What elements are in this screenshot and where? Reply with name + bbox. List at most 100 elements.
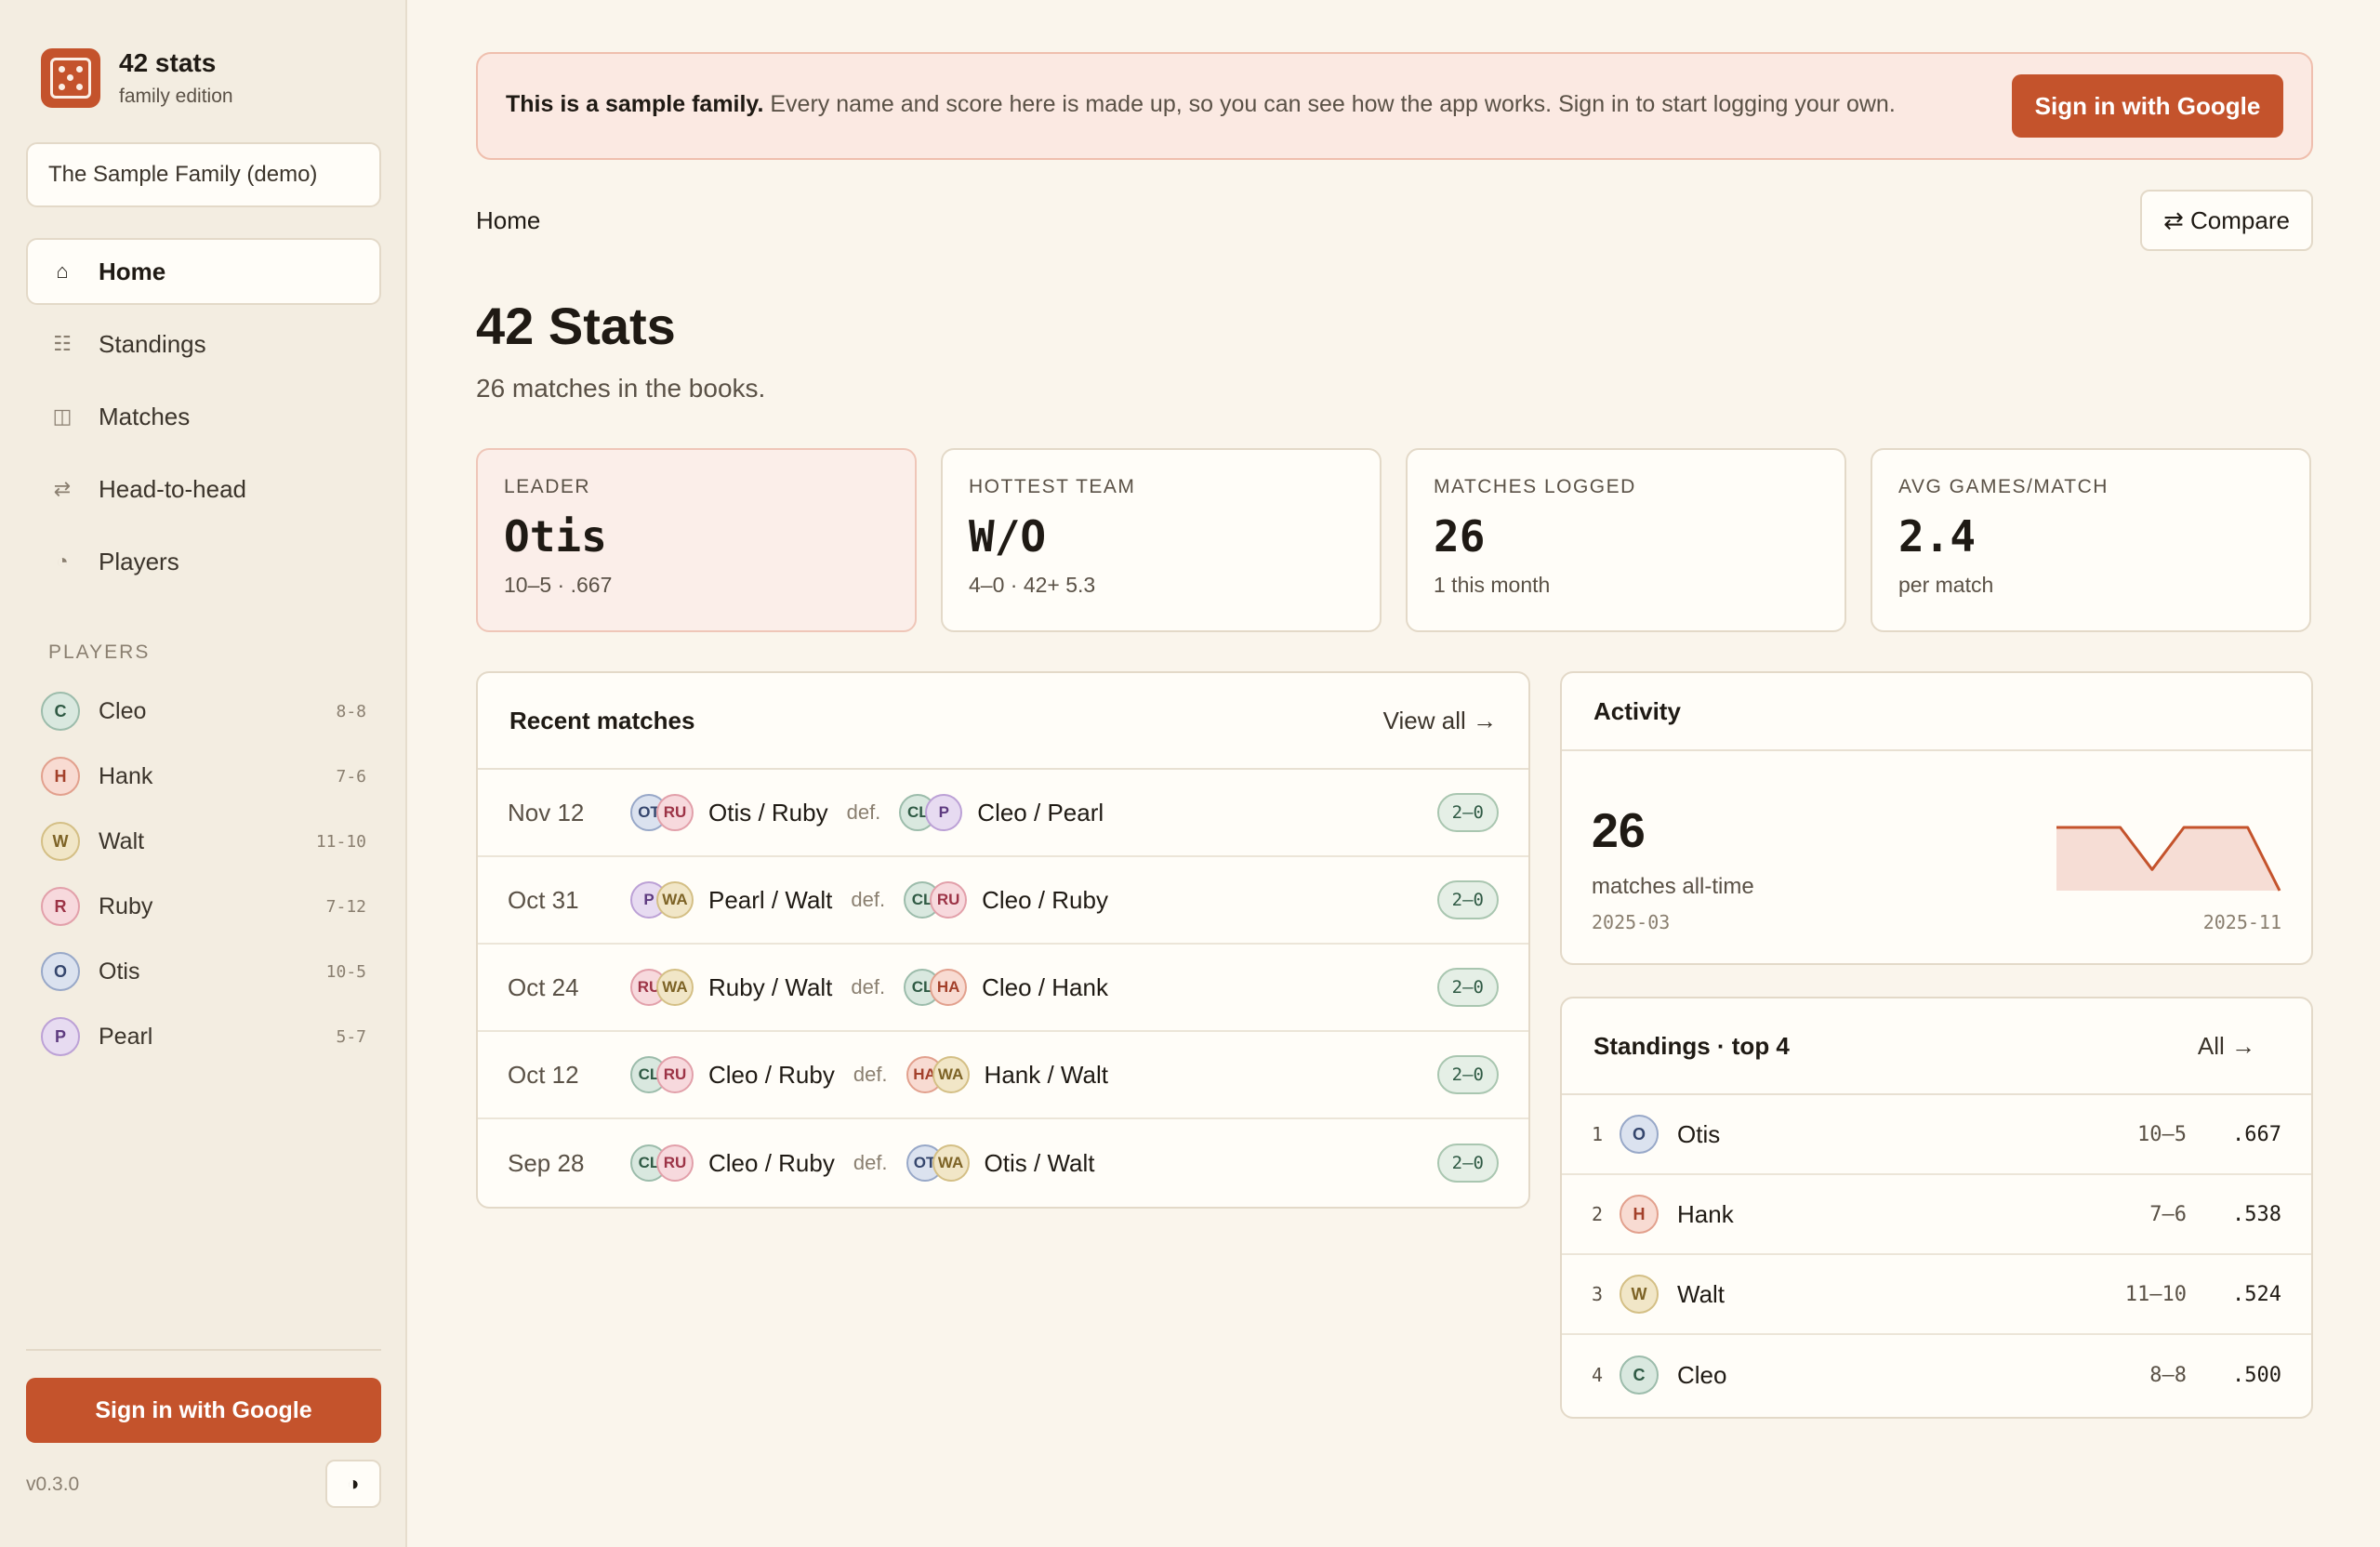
sidebar: 42 stats family edition The Sample Famil… bbox=[0, 0, 407, 1547]
stat-label: HOTTEST TEAM bbox=[969, 476, 1136, 497]
player-item-hank[interactable]: H Hank 7-6 bbox=[41, 744, 366, 809]
match-row[interactable]: Nov 12 OT RU Otis / Ruby def. CL P Cleo / Pearl… bbox=[478, 770, 1528, 857]
nav-item-players[interactable]: ◔ Players bbox=[26, 528, 381, 595]
brand-title: 42 stats bbox=[119, 48, 217, 77]
defeated-label: def. bbox=[853, 1151, 888, 1174]
standings-record: 10–5 bbox=[2137, 1122, 2187, 1146]
standings-name: Otis bbox=[1677, 1119, 1721, 1148]
stat-sub: 10–5 · .667 bbox=[504, 573, 613, 597]
player-item-otis[interactable]: O Otis 10-5 bbox=[41, 939, 366, 1004]
stat-value: Otis bbox=[504, 511, 607, 562]
breadcrumb: Home bbox=[476, 206, 541, 234]
family-select[interactable]: The Sample Family (demo) bbox=[26, 142, 381, 207]
player-record: 10-5 bbox=[325, 961, 366, 982]
nav-item-home[interactable]: ⌂ Home bbox=[26, 238, 381, 305]
home-icon: ⌂ bbox=[56, 259, 69, 283]
standings-rank: 3 bbox=[1592, 1283, 1604, 1305]
standings-name: Cleo bbox=[1677, 1360, 1727, 1389]
activity-count: 26 bbox=[1592, 804, 1646, 858]
standings-pct: .667 bbox=[2232, 1122, 2281, 1146]
player-avatar: WA bbox=[656, 969, 694, 1006]
losing-team: Hank / Walt bbox=[984, 1060, 1108, 1089]
activity-sparkline bbox=[2056, 826, 2281, 892]
player-item-pearl[interactable]: P Pearl 5-7 bbox=[41, 1004, 366, 1069]
activity-start-date: 2025-03 bbox=[1592, 911, 1671, 933]
nav-item-label: Matches bbox=[99, 402, 191, 430]
theme-toggle-button[interactable]: ◑ bbox=[325, 1460, 381, 1508]
view-all-link[interactable]: View all → bbox=[1383, 707, 1497, 735]
standings-row[interactable]: 2 H Hank 7–6 .538 bbox=[1562, 1175, 2311, 1255]
stat-sub: 4–0 · 42+ 5.3 bbox=[969, 573, 1096, 597]
standings-name: Hank bbox=[1677, 1199, 1734, 1228]
standings-all-link[interactable]: All → bbox=[2198, 1032, 2255, 1061]
winning-team: Pearl / Walt bbox=[708, 885, 833, 914]
player-avatar: RU bbox=[656, 1056, 694, 1093]
match-date: Oct 12 bbox=[508, 1060, 579, 1089]
stat-label: AVG GAMES/MATCH bbox=[1898, 476, 2109, 497]
player-record: 7-12 bbox=[325, 896, 366, 917]
match-row[interactable]: Oct 31 P WA Pearl / Walt def. CL RU Cleo / Ruby… bbox=[478, 857, 1528, 945]
winner-avatars: RU WA bbox=[630, 969, 694, 1006]
standings-row[interactable]: 3 W Walt 11–10 .524 bbox=[1562, 1255, 2311, 1335]
match-score-badge: 2–0 bbox=[1436, 1055, 1499, 1094]
recent-matches-title: Recent matches bbox=[509, 706, 695, 734]
player-record: 11-10 bbox=[315, 831, 366, 852]
player-avatar: H bbox=[1620, 1195, 1659, 1234]
defeated-label: def. bbox=[851, 975, 886, 998]
banner-bold: This is a sample family. bbox=[506, 91, 764, 117]
defeated-label: def. bbox=[851, 888, 886, 911]
standings-rank: 1 bbox=[1592, 1123, 1604, 1145]
match-row[interactable]: Sep 28 CL RU Cleo / Ruby def. OT WA Otis / Walt… bbox=[478, 1119, 1528, 1207]
stat-card-avg-games-match: AVG GAMES/MATCH 2.4 per match bbox=[1871, 448, 2311, 632]
player-avatar: P bbox=[41, 1017, 80, 1056]
activity-label: matches all-time bbox=[1592, 874, 1754, 899]
player-avatar: RU bbox=[656, 1144, 694, 1182]
winning-team: Otis / Ruby bbox=[708, 798, 828, 826]
standings-row[interactable]: 4 C Cleo 8–8 .500 bbox=[1562, 1335, 2311, 1415]
losing-team: Otis / Walt bbox=[984, 1148, 1095, 1177]
standings-pct: .538 bbox=[2232, 1202, 2281, 1226]
contrast-icon: ◑ bbox=[347, 1472, 360, 1495]
player-item-walt[interactable]: W Walt 11-10 bbox=[41, 809, 366, 874]
main-nav: ⌂ Home ☷ Standings ◫ Matches ⇄ Head-to-head ◔ Pla… bbox=[26, 238, 381, 601]
swap-icon: ⇄ bbox=[53, 477, 72, 500]
standings-record: 11–10 bbox=[2124, 1282, 2187, 1306]
stat-sub: per match bbox=[1898, 573, 1994, 597]
standings-pct: .500 bbox=[2232, 1363, 2281, 1387]
match-score-badge: 2–0 bbox=[1436, 793, 1499, 832]
brand-subtitle: family edition bbox=[119, 86, 233, 107]
nav-item-standings[interactable]: ☷ Standings bbox=[26, 311, 381, 377]
winning-team: Cleo / Ruby bbox=[708, 1060, 835, 1089]
player-item-ruby[interactable]: R Ruby 7-12 bbox=[41, 874, 366, 939]
player-name: Pearl bbox=[99, 1023, 153, 1050]
player-name: Cleo bbox=[99, 697, 147, 724]
banner-signin-button[interactable]: Sign in with Google bbox=[2012, 74, 2283, 138]
player-avatar: P bbox=[925, 794, 963, 831]
stat-value: 2.4 bbox=[1898, 511, 1977, 562]
brand[interactable]: 42 stats family edition bbox=[41, 48, 233, 108]
nav-item-head-to-head[interactable]: ⇄ Head-to-head bbox=[26, 456, 381, 522]
player-avatar: H bbox=[41, 757, 80, 796]
player-avatar: O bbox=[41, 952, 80, 991]
player-avatar: O bbox=[1620, 1115, 1659, 1154]
compare-button[interactable]: ⇄ Compare bbox=[2140, 190, 2313, 251]
nav-item-matches[interactable]: ◫ Matches bbox=[26, 383, 381, 450]
loser-avatars: CL HA bbox=[904, 969, 968, 1006]
standings-rank: 2 bbox=[1592, 1203, 1604, 1225]
stat-card-matches-logged: MATCHES LOGGED 26 1 this month bbox=[1406, 448, 1846, 632]
match-row[interactable]: Oct 24 RU WA Ruby / Walt def. CL HA Cleo / Hank… bbox=[478, 945, 1528, 1032]
loser-avatars: OT WA bbox=[906, 1144, 970, 1182]
winner-avatars: CL RU bbox=[630, 1144, 694, 1182]
player-name: Hank bbox=[99, 762, 153, 789]
standings-rank: 4 bbox=[1592, 1364, 1604, 1386]
standings-row[interactable]: 1 O Otis 10–5 .667 bbox=[1562, 1095, 2311, 1175]
match-row[interactable]: Oct 12 CL RU Cleo / Ruby def. HA WA Hank / Walt… bbox=[478, 1032, 1528, 1119]
player-item-cleo[interactable]: C Cleo 8-8 bbox=[41, 679, 366, 744]
stat-card-leader: LEADER Otis 10–5 · .667 bbox=[476, 448, 917, 632]
losing-team: Cleo / Hank bbox=[982, 972, 1108, 1001]
player-avatar: W bbox=[41, 822, 80, 861]
match-score-badge: 2–0 bbox=[1436, 1144, 1499, 1183]
sidebar-signin-button[interactable]: Sign in with Google bbox=[26, 1378, 381, 1443]
list-icon: ☷ bbox=[53, 332, 72, 355]
match-date: Oct 24 bbox=[508, 972, 579, 1001]
